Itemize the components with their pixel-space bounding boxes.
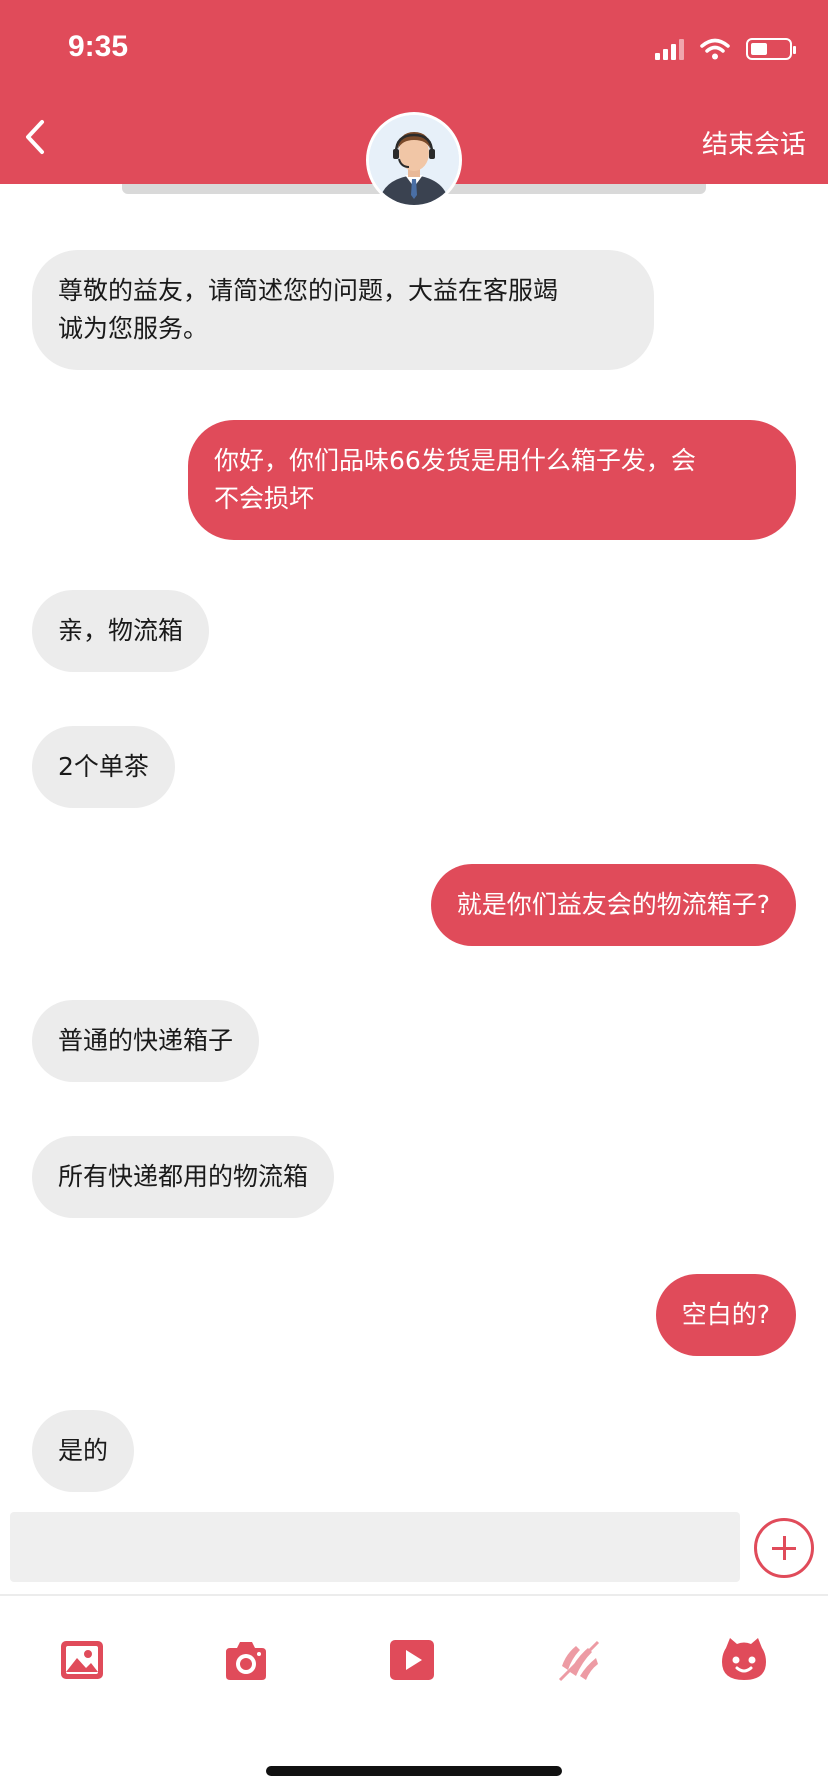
add-attachment-button[interactable] [754,1518,814,1578]
status-icons [655,38,796,60]
outgoing-message-bubble: 就是你们益友会的物流箱子? [430,864,796,946]
media-toolbar [0,1636,828,1686]
message-text: 诚为您服务。 [58,314,209,343]
message-text: 就是你们益友会的物流箱子? [456,890,770,919]
end-session-button[interactable]: 结束会话 [702,124,806,161]
emoji-icon[interactable] [720,1636,768,1684]
incoming-message-bubble: 2个单茶 [32,726,175,808]
customer-service-agent-icon [369,115,459,205]
message-text: 普通的快递箱子 [58,1026,234,1055]
image-icon[interactable] [58,1636,106,1684]
status-time: 9:35 [68,30,129,63]
incoming-message-bubble: 所有快递都用的物流箱 [32,1136,335,1218]
message-text: 空白的? [681,1300,770,1329]
message-text: 所有快递都用的物流箱 [58,1162,309,1191]
incoming-message-bubble: 亲，物流箱 [32,590,210,672]
battery-level [751,43,767,55]
home-indicator [266,1766,562,1776]
incoming-message-bubble: 是的 [32,1410,135,1492]
agent-avatar [366,112,462,208]
voice-off-icon[interactable] [554,1636,602,1684]
message-text: 尊敬的益友，请简述您的问题，大益在客服竭 [58,276,559,305]
camera-icon[interactable] [222,1636,270,1684]
incoming-message-bubble: 尊敬的益友，请简述您的问题，大益在客服竭 诚为您服务。 [32,250,654,370]
battery-icon [746,38,796,60]
message-text: 亲，物流箱 [58,616,184,645]
message-text: 是的 [58,1436,109,1465]
message-text: 2个单茶 [58,752,149,781]
cellular-signal-icon [655,38,684,60]
message-text: 你好，你们品味66发货是用什么箱子发，会 [214,446,696,475]
incoming-message-bubble: 普通的快递箱子 [32,1000,260,1082]
toolbar-divider [0,1594,828,1596]
outgoing-message-bubble: 你好，你们品味66发货是用什么箱子发，会 不会损坏 [188,420,796,540]
outgoing-message-bubble: 空白的? [655,1274,796,1356]
message-text: 不会损坏 [214,484,315,513]
back-chevron-icon[interactable] [14,112,54,162]
chat-messages: 尊敬的益友，请简述您的问题，大益在客服竭 诚为您服务。 你好，你们品味66发货是… [0,194,828,1500]
message-input[interactable] [10,1512,740,1582]
wifi-icon [700,38,730,60]
video-icon[interactable] [388,1636,436,1684]
